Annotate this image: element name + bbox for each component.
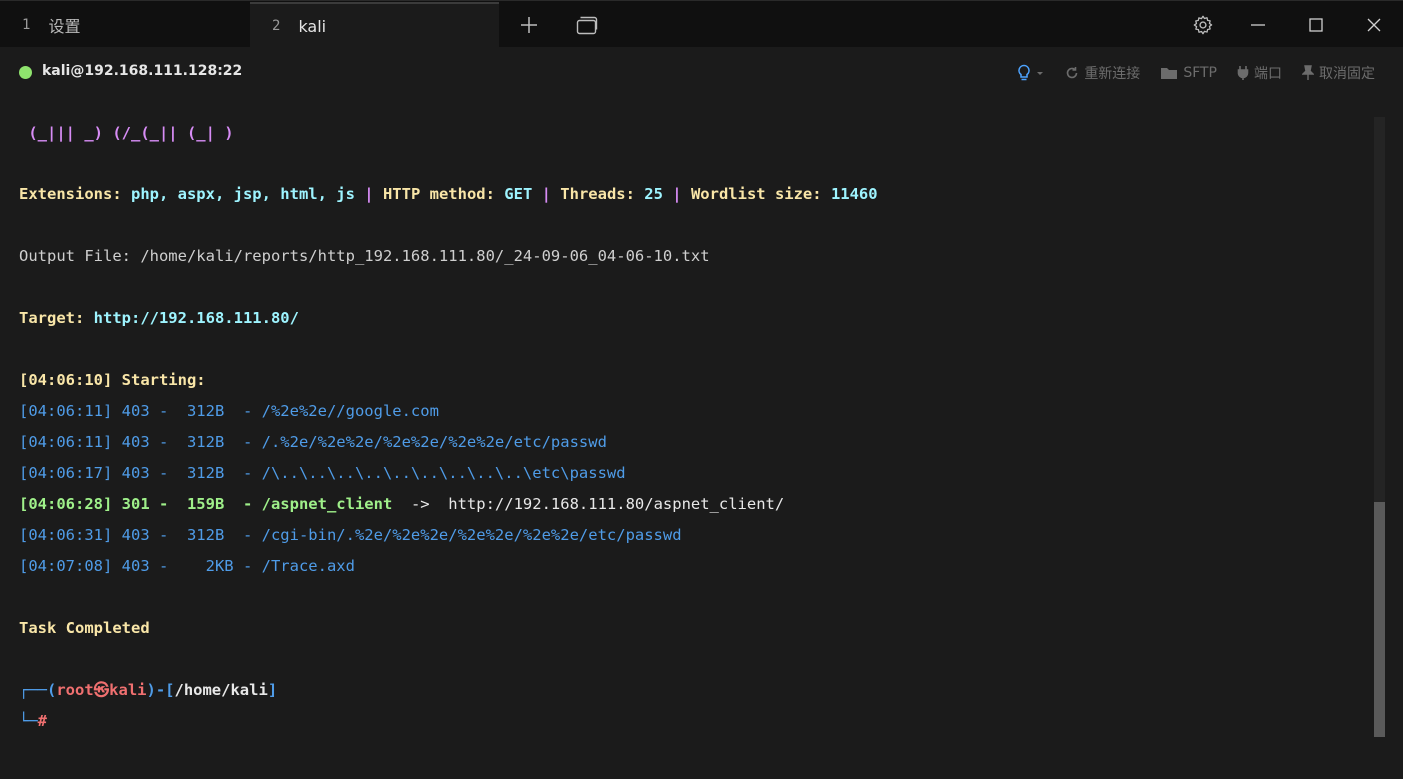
result-line: [04:06:11] 403 - 312B - /.%2e/%2e%2e/%2e… — [19, 433, 607, 451]
wordlist-value: 11460 — [830, 185, 878, 203]
separator: | — [354, 185, 383, 203]
extensions-label: Extensions: — [19, 185, 131, 203]
tab-number: 2 — [272, 18, 281, 34]
result-line: [04:06:31] 403 - 312B - /cgi-bin/.%2e/%2… — [19, 526, 682, 544]
result-line-redirect: [04:06:28] 301 - 159B - /aspnet_client -… — [19, 493, 784, 515]
new-window-button[interactable] — [571, 9, 603, 41]
unpin-button[interactable]: 取消固定 — [1302, 63, 1375, 83]
result-line: [04:06:11] 403 - 312B - /%2e%2e//google.… — [19, 402, 439, 420]
maximize-button[interactable] — [1300, 9, 1332, 41]
new-tab-button[interactable] — [513, 9, 545, 41]
plus-icon — [521, 17, 537, 33]
method-value: GET — [504, 185, 533, 203]
reconnect-label: 重新连接 — [1084, 66, 1141, 82]
minimize-icon — [1251, 24, 1265, 26]
settings-button[interactable] — [1187, 9, 1219, 41]
result-text: [04:06:28] 301 - 159B - /aspnet_client — [19, 495, 393, 513]
wordlist-label: Wordlist size: — [690, 185, 831, 203]
task-completed-line: Task Completed — [19, 619, 150, 637]
config-line: Extensions: php, aspx, jsp, html, js | H… — [19, 183, 878, 205]
prompt-corner: └─ — [19, 712, 38, 730]
prompt-hash: # — [37, 712, 48, 730]
unpin-label: 取消固定 — [1319, 66, 1375, 82]
method-label: HTTP method: — [382, 185, 505, 203]
tab-label: 设置 — [48, 17, 81, 36]
separator: | — [532, 185, 561, 203]
connection-bar: kali@192.168.111.128:22 重新连接 SFTP 端口 取消固… — [0, 47, 1403, 99]
banner-line: (_||| _) (/_(_|| (_| ) — [19, 124, 234, 142]
host-label: kali@192.168.111.128:22 — [42, 63, 243, 79]
sftp-label: SFTP — [1183, 65, 1217, 81]
port-label: 端口 — [1254, 66, 1282, 82]
close-button[interactable] — [1358, 9, 1390, 41]
reconnect-button[interactable]: 重新连接 — [1065, 63, 1140, 83]
chevron-down-icon — [1037, 72, 1044, 75]
result-line: [04:06:17] 403 - 312B - /\..\..\..\..\..… — [19, 464, 626, 482]
target-value: http://192.168.111.80/ — [93, 309, 299, 327]
extensions-value: php, aspx, jsp, html, js — [130, 185, 355, 203]
folder-icon — [1161, 68, 1178, 79]
maximize-icon — [1309, 18, 1323, 32]
starting-line: [04:06:10] Starting: — [19, 371, 206, 389]
pin-icon — [1302, 65, 1314, 80]
prompt-line-top: ┌──(root㉿kali)-[/home/kali] — [19, 679, 277, 701]
status-dot — [19, 66, 32, 79]
target-label: Target: — [19, 309, 94, 327]
prompt-mid: )-[ — [146, 681, 175, 699]
windows-icon — [576, 16, 598, 35]
tab-settings[interactable]: 1 设置 — [0, 2, 250, 48]
prompt-line-bottom: └─# — [19, 710, 47, 732]
prompt-path: /home/kali — [174, 681, 268, 699]
target-line: Target: http://192.168.111.80/ — [19, 307, 299, 329]
connection-actions: 重新连接 SFTP 端口 取消固定 — [1016, 63, 1375, 83]
tab-bar: 1 设置 2 kali — [0, 0, 1403, 48]
tips-button[interactable] — [1016, 64, 1045, 82]
close-icon — [1367, 18, 1381, 32]
threads-label: Threads: — [560, 185, 645, 203]
gear-icon — [1193, 15, 1213, 35]
tab-number: 1 — [22, 17, 31, 33]
redirect-target: -> http://192.168.111.80/aspnet_client/ — [392, 495, 785, 513]
terminal-scrollbar[interactable] — [1374, 117, 1385, 737]
refresh-icon — [1067, 67, 1078, 79]
lightbulb-icon — [1018, 64, 1031, 81]
tab-label: kali — [298, 16, 327, 36]
separator: | — [662, 185, 691, 203]
threads-value: 25 — [644, 185, 663, 203]
result-line: [04:07:08] 403 - 2KB - /Trace.axd — [19, 557, 355, 575]
prompt-end: ] — [267, 681, 278, 699]
scrollbar-thumb[interactable] — [1374, 502, 1385, 737]
plug-icon — [1237, 66, 1249, 80]
minimize-button[interactable] — [1242, 9, 1274, 41]
prompt-user: root㉿kali — [56, 681, 147, 699]
port-button[interactable]: 端口 — [1237, 63, 1282, 83]
tab-kali[interactable]: 2 kali — [250, 2, 499, 48]
output-file-line: Output File: /home/kali/reports/http_192… — [19, 247, 710, 265]
sftp-button[interactable]: SFTP — [1160, 65, 1217, 81]
terminal-output[interactable]: (_||| _) (/_(_|| (_| ) Extensions: php, … — [19, 99, 1369, 759]
prompt-corner: ┌──( — [19, 681, 57, 699]
